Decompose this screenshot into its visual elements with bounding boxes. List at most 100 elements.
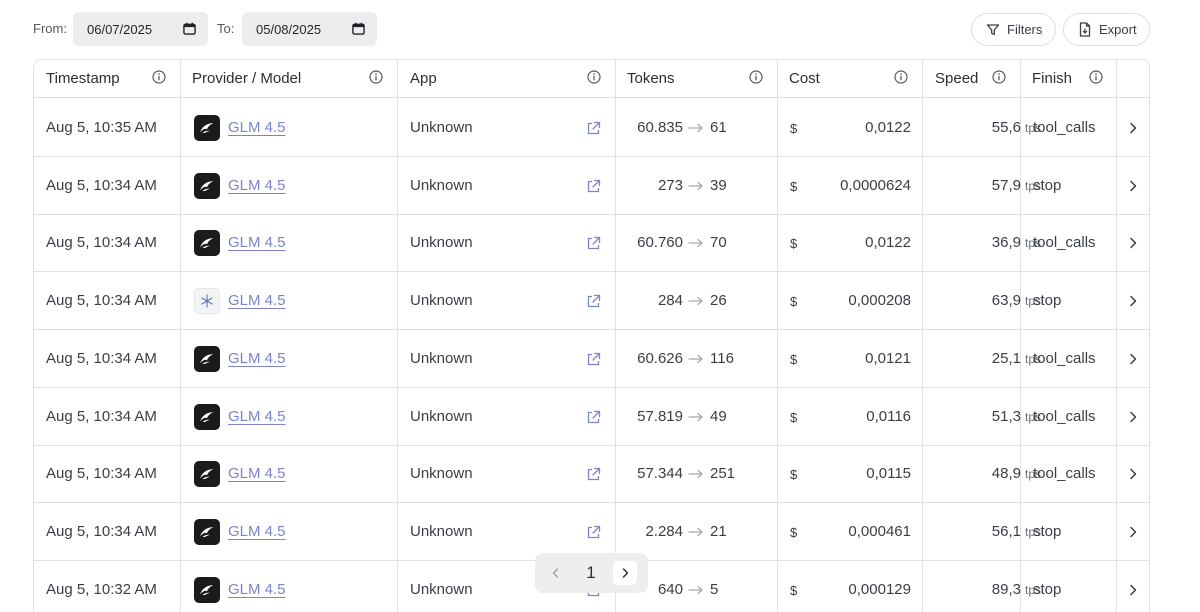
- external-link-icon[interactable]: [586, 525, 601, 540]
- info-icon[interactable]: [152, 70, 166, 84]
- tokens-in-cell: 60.760: [637, 234, 683, 252]
- column-header-finish[interactable]: Finish: [1032, 70, 1072, 87]
- cost-cell: 0,0122: [865, 234, 911, 252]
- info-icon[interactable]: [749, 70, 763, 84]
- table-row[interactable]: Aug 5, 10:34 AM GLM 4.5 Unknown 60.626 116 $0…: [34, 330, 1149, 388]
- arrow-right-icon: [688, 412, 703, 421]
- column-header-cost[interactable]: Cost: [789, 70, 820, 87]
- tokens-in-cell: 2.284: [645, 522, 683, 540]
- document-export-icon: [1079, 22, 1091, 37]
- column-header-tokens[interactable]: Tokens: [627, 70, 675, 87]
- chevron-right-icon[interactable]: [1126, 583, 1140, 597]
- speed-value: 57,9: [991, 176, 1021, 194]
- chevron-right-icon[interactable]: [1126, 236, 1140, 250]
- app-cell: Unknown: [410, 234, 473, 252]
- model-link[interactable]: GLM 4.5: [228, 581, 286, 598]
- previous-page-icon[interactable]: [549, 566, 563, 580]
- tokens-out-cell: 61: [710, 119, 727, 136]
- model-link[interactable]: GLM 4.5: [228, 408, 286, 425]
- tokens-out-cell: 116: [710, 349, 734, 367]
- timestamp-cell: Aug 5, 10:34 AM: [46, 522, 157, 540]
- finish-reason-cell: tool_calls: [1033, 465, 1096, 483]
- external-link-icon[interactable]: [586, 121, 601, 136]
- app-cell: Unknown: [410, 176, 473, 194]
- external-link-icon[interactable]: [586, 236, 601, 251]
- app-cell: Unknown: [410, 119, 473, 136]
- arrow-right-icon: [688, 527, 703, 536]
- external-link-icon[interactable]: [586, 467, 601, 482]
- from-date-value: 06/07/2025: [87, 21, 153, 37]
- table-row[interactable]: Aug 5, 10:34 AM GLM 4.5 Unknown 60.760 70 $0,…: [34, 214, 1149, 273]
- chevron-right-icon[interactable]: [1126, 467, 1140, 481]
- timestamp-cell: Aug 5, 10:34 AM: [46, 234, 157, 252]
- external-link-icon[interactable]: [586, 294, 601, 309]
- info-icon[interactable]: [992, 70, 1006, 84]
- column-header-provider-model[interactable]: Provider / Model: [192, 70, 301, 87]
- currency-symbol: $: [790, 582, 798, 598]
- table-row[interactable]: Aug 5, 10:34 AM GLM 4.5 Unknown 273 39 $0,000…: [34, 157, 1149, 215]
- column-header-speed[interactable]: Speed: [935, 70, 978, 87]
- speed-value: 89,3: [991, 580, 1021, 598]
- speed-value: 25,1: [991, 349, 1021, 367]
- chevron-right-icon[interactable]: [1126, 294, 1140, 308]
- tokens-out-cell: 39: [710, 176, 727, 194]
- table-row[interactable]: Aug 5, 10:34 AM GLM 4.5 Unknown 57.344 251 $0…: [34, 445, 1149, 504]
- from-date-input[interactable]: 06/07/2025: [73, 12, 208, 46]
- provider-logo-icon: [194, 518, 220, 545]
- chevron-right-icon[interactable]: [1126, 121, 1140, 135]
- currency-symbol: $: [790, 524, 798, 540]
- calendar-icon[interactable]: [352, 22, 365, 35]
- app-cell: Unknown: [410, 465, 473, 483]
- external-link-icon[interactable]: [586, 352, 601, 367]
- external-link-icon[interactable]: [586, 410, 601, 425]
- chevron-right-icon[interactable]: [1126, 410, 1140, 424]
- filter-funnel-icon: [986, 23, 1000, 35]
- pagination: 1: [535, 553, 648, 593]
- currency-symbol: $: [790, 351, 798, 367]
- column-header-app[interactable]: App: [410, 70, 437, 87]
- to-date-input[interactable]: 05/08/2025: [242, 12, 377, 46]
- provider-logo-icon: [194, 172, 220, 199]
- model-link[interactable]: GLM 4.5: [228, 119, 286, 136]
- finish-reason-cell: tool_calls: [1033, 407, 1096, 425]
- cost-cell: 0,0121: [865, 349, 911, 367]
- chevron-right-icon[interactable]: [1126, 352, 1140, 366]
- tokens-in-cell: 640: [657, 580, 683, 598]
- chevron-right-icon: [622, 568, 629, 578]
- table-row[interactable]: Aug 5, 10:34 AM GLM 4.5 Unknown 284 26 $0,000…: [34, 272, 1149, 331]
- speed-value: 55,6: [991, 119, 1021, 136]
- arrow-right-icon: [688, 354, 703, 363]
- tokens-in-cell: 60.835: [637, 119, 683, 136]
- external-link-icon[interactable]: [586, 179, 601, 194]
- table-row[interactable]: Aug 5, 10:35 AM GLM 4.5 Unknown 60.835 61 $0,…: [34, 99, 1149, 157]
- calendar-icon[interactable]: [183, 22, 196, 35]
- model-link[interactable]: GLM 4.5: [228, 523, 286, 540]
- info-icon[interactable]: [894, 70, 908, 84]
- export-button[interactable]: Export: [1063, 13, 1150, 46]
- tokens-out-cell: 70: [710, 234, 727, 252]
- model-link[interactable]: GLM 4.5: [228, 177, 286, 194]
- next-page-button[interactable]: [613, 561, 637, 585]
- current-page-number[interactable]: 1: [583, 563, 599, 583]
- app-cell: Unknown: [410, 407, 473, 425]
- app-cell: Unknown: [410, 522, 473, 540]
- model-link[interactable]: GLM 4.5: [228, 292, 286, 309]
- currency-symbol: $: [790, 409, 798, 425]
- info-icon[interactable]: [1089, 70, 1103, 84]
- tokens-out-cell: 21: [710, 522, 727, 540]
- cost-cell: 0,000129: [848, 580, 911, 598]
- table-header: Timestamp Provider / Model App Tokens Co…: [34, 60, 1149, 98]
- info-icon[interactable]: [587, 70, 601, 84]
- filters-button[interactable]: Filters: [971, 13, 1056, 46]
- model-link[interactable]: GLM 4.5: [228, 350, 286, 367]
- currency-symbol: $: [790, 467, 798, 483]
- chevron-right-icon[interactable]: [1126, 179, 1140, 193]
- info-icon[interactable]: [369, 70, 383, 84]
- table-row[interactable]: Aug 5, 10:34 AM GLM 4.5 Unknown 57.819 49 $0,…: [34, 388, 1149, 446]
- model-link[interactable]: GLM 4.5: [228, 465, 286, 482]
- model-link[interactable]: GLM 4.5: [228, 234, 286, 251]
- tokens-in-cell: 60.626: [637, 349, 683, 367]
- chevron-right-icon[interactable]: [1126, 525, 1140, 539]
- column-header-timestamp[interactable]: Timestamp: [46, 70, 120, 87]
- finish-reason-cell: stop: [1033, 580, 1062, 598]
